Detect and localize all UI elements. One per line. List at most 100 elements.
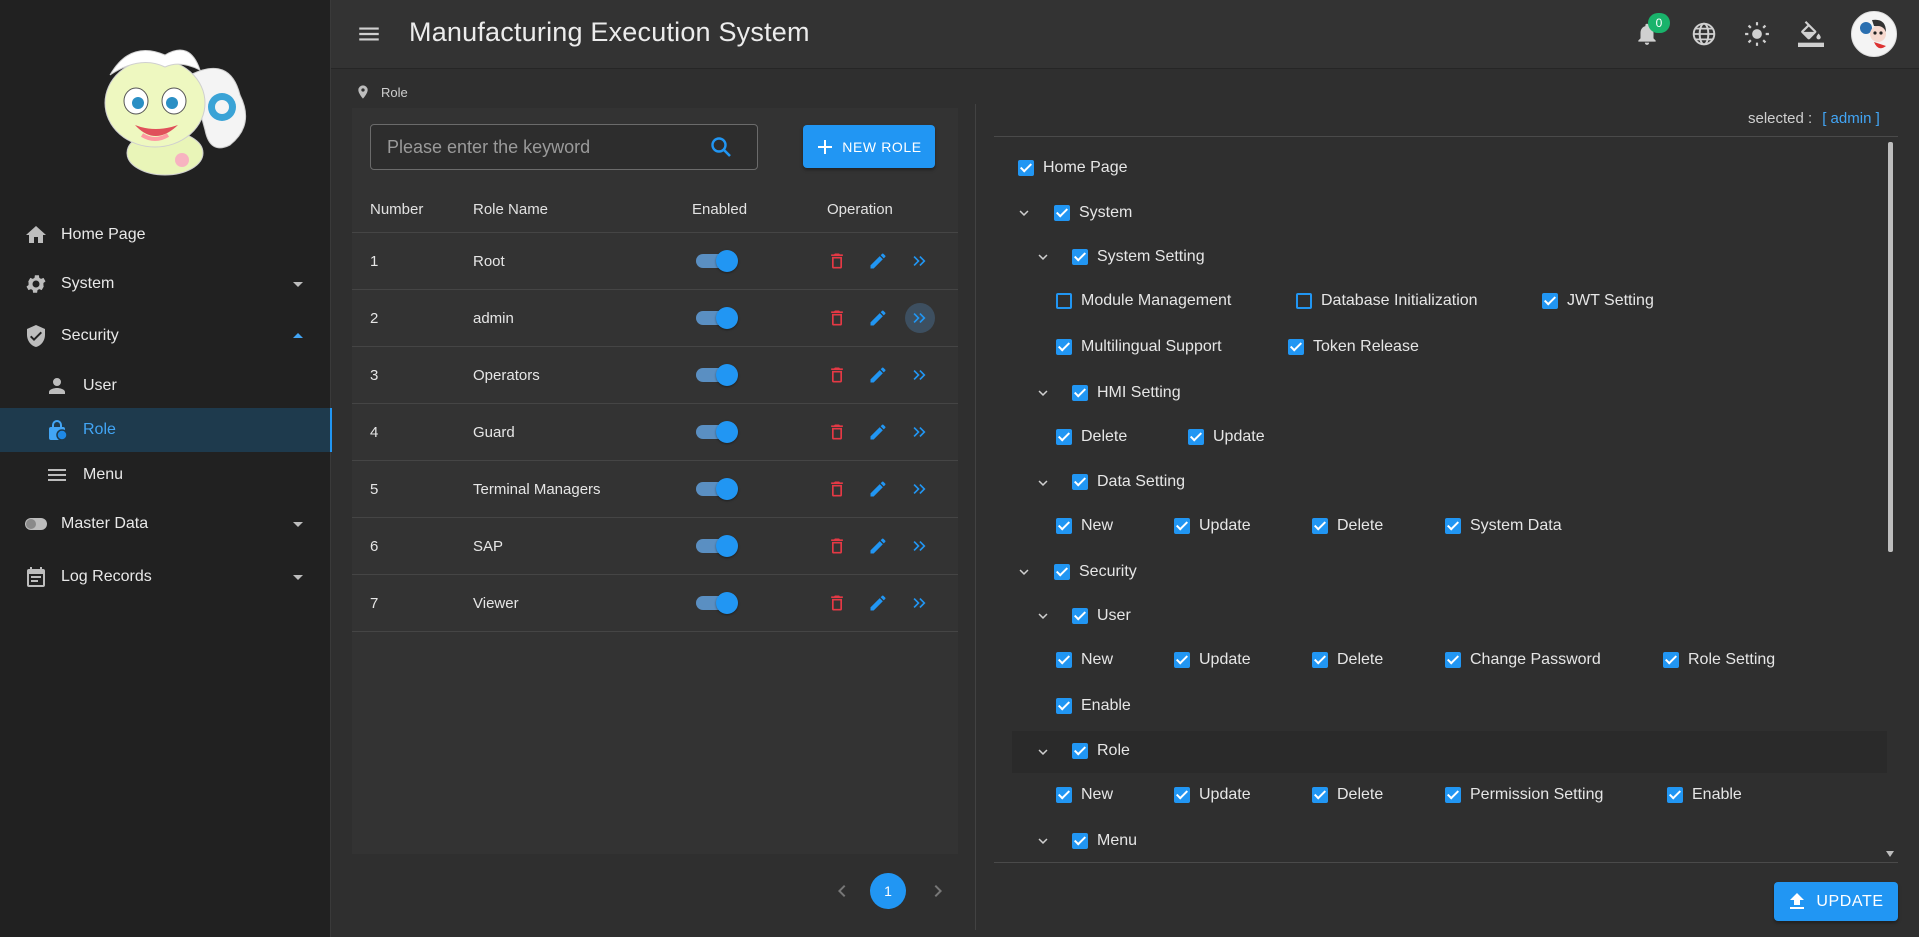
delete-button[interactable] — [822, 474, 852, 504]
paint-bucket-icon[interactable] — [1798, 21, 1824, 47]
chevron-down-icon[interactable] — [1034, 248, 1052, 266]
scroll-down-icon[interactable] — [1886, 851, 1894, 857]
update-button[interactable]: UPDATE — [1774, 882, 1898, 921]
tree-node-role[interactable]: Role — [1072, 739, 1130, 763]
tree-node-hmi-update[interactable]: Update — [1188, 425, 1265, 449]
delete-button[interactable] — [822, 360, 852, 390]
delete-button[interactable] — [822, 417, 852, 447]
checkbox[interactable] — [1445, 518, 1461, 534]
delete-button[interactable] — [822, 531, 852, 561]
checkbox[interactable] — [1072, 385, 1088, 401]
chevron-down-icon[interactable] — [1034, 607, 1052, 625]
tree-node-token-release[interactable]: Token Release — [1288, 335, 1419, 359]
tree-node-user-new[interactable]: New — [1056, 648, 1113, 672]
checkbox[interactable] — [1056, 698, 1072, 714]
tree-node-user[interactable]: User — [1072, 604, 1131, 628]
sidebar-item-user[interactable]: User — [0, 362, 330, 410]
enabled-toggle[interactable] — [696, 246, 738, 276]
tree-node-module-management[interactable]: Module Management — [1056, 289, 1231, 313]
checkbox[interactable] — [1054, 564, 1070, 580]
enabled-toggle[interactable] — [696, 474, 738, 504]
table-row[interactable]: 6 SAP — [352, 518, 958, 575]
checkbox[interactable] — [1018, 160, 1034, 176]
checkbox[interactable] — [1056, 652, 1072, 668]
checkbox[interactable] — [1072, 474, 1088, 490]
tree-node-role-permission-setting[interactable]: Permission Setting — [1445, 783, 1603, 807]
checkbox[interactable] — [1312, 652, 1328, 668]
tree-node-system[interactable]: System — [1054, 201, 1132, 225]
checkbox[interactable] — [1542, 293, 1558, 309]
tree-node-menu[interactable]: Menu — [1072, 829, 1137, 853]
tree-node-user-update[interactable]: Update — [1174, 648, 1251, 672]
enabled-toggle[interactable] — [696, 531, 738, 561]
permission-button[interactable] — [905, 588, 935, 618]
enabled-toggle[interactable] — [696, 417, 738, 447]
tree-node-role-update[interactable]: Update — [1174, 783, 1251, 807]
checkbox[interactable] — [1188, 429, 1204, 445]
chevron-down-icon[interactable] — [1015, 563, 1033, 581]
avatar[interactable] — [1851, 11, 1897, 57]
checkbox[interactable] — [1296, 293, 1312, 309]
edit-button[interactable] — [863, 246, 893, 276]
tree-node-system-setting[interactable]: System Setting — [1072, 245, 1205, 269]
checkbox[interactable] — [1056, 339, 1072, 355]
scrollbar[interactable] — [1888, 142, 1893, 552]
chevron-down-icon[interactable] — [1034, 474, 1052, 492]
sidebar-item-menu[interactable]: Menu — [0, 451, 330, 499]
table-row[interactable]: 4 Guard — [352, 404, 958, 461]
permission-button[interactable] — [905, 360, 935, 390]
sidebar-item-system[interactable]: System — [0, 260, 330, 308]
checkbox[interactable] — [1667, 787, 1683, 803]
sidebar-item-log-records[interactable]: Log Records — [0, 553, 330, 601]
tree-node-database-initialization[interactable]: Database Initialization — [1296, 289, 1478, 313]
permission-button[interactable] — [905, 417, 935, 447]
permission-button[interactable] — [905, 474, 935, 504]
checkbox[interactable] — [1174, 518, 1190, 534]
permission-button[interactable] — [905, 531, 935, 561]
checkbox[interactable] — [1312, 518, 1328, 534]
enabled-toggle[interactable] — [696, 360, 738, 390]
edit-button[interactable] — [863, 531, 893, 561]
page-button-current[interactable]: 1 — [870, 873, 906, 909]
checkbox[interactable] — [1174, 652, 1190, 668]
sidebar-item-master-data[interactable]: Master Data — [0, 500, 330, 548]
checkbox[interactable] — [1056, 429, 1072, 445]
table-row[interactable]: 5 Terminal Managers — [352, 461, 958, 518]
checkbox[interactable] — [1056, 787, 1072, 803]
checkbox[interactable] — [1072, 249, 1088, 265]
enabled-toggle[interactable] — [696, 588, 738, 618]
table-row[interactable]: 2 admin — [352, 290, 958, 347]
tree-node-role-new[interactable]: New — [1056, 783, 1113, 807]
checkbox[interactable] — [1663, 652, 1679, 668]
chevron-left-icon[interactable] — [830, 879, 854, 903]
menu-icon[interactable] — [356, 21, 382, 47]
edit-button[interactable] — [863, 303, 893, 333]
chevron-down-icon[interactable] — [1034, 384, 1052, 402]
checkbox[interactable] — [1312, 787, 1328, 803]
checkbox[interactable] — [1072, 743, 1088, 759]
tree-node-hmi-setting[interactable]: HMI Setting — [1072, 381, 1181, 405]
tree-node-role-enable[interactable]: Enable — [1667, 783, 1742, 807]
tree-node-security[interactable]: Security — [1054, 560, 1137, 584]
checkbox[interactable] — [1054, 205, 1070, 221]
chevron-down-icon[interactable] — [1015, 204, 1033, 222]
table-row[interactable]: 7 Viewer — [352, 575, 958, 632]
new-role-button[interactable]: NEW ROLE — [803, 125, 935, 168]
chevron-down-icon[interactable] — [1034, 743, 1052, 761]
search-input[interactable] — [385, 125, 709, 169]
globe-icon[interactable] — [1691, 21, 1717, 47]
tree-node-home[interactable]: Home Page — [1018, 156, 1128, 180]
checkbox[interactable] — [1288, 339, 1304, 355]
edit-button[interactable] — [863, 588, 893, 618]
tree-node-user-enable[interactable]: Enable — [1056, 694, 1131, 718]
checkbox[interactable] — [1072, 608, 1088, 624]
search-icon[interactable] — [709, 135, 733, 159]
permission-button[interactable] — [905, 246, 935, 276]
tree-node-data-system-data[interactable]: System Data — [1445, 514, 1562, 538]
tree-node-role-delete[interactable]: Delete — [1312, 783, 1383, 807]
sidebar-item-home[interactable]: Home Page — [0, 211, 330, 259]
chevron-right-icon[interactable] — [926, 879, 950, 903]
sidebar-item-role[interactable]: Role — [0, 408, 332, 452]
delete-button[interactable] — [822, 588, 852, 618]
tree-node-data-delete[interactable]: Delete — [1312, 514, 1383, 538]
